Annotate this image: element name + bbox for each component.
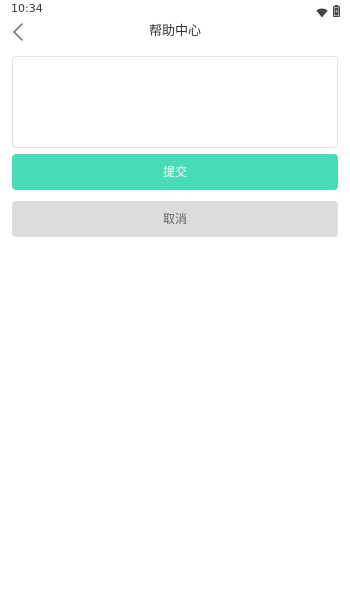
battery-icon [333, 2, 340, 17]
back-button[interactable] [4, 18, 32, 46]
chevron-left-icon [13, 23, 23, 41]
wifi-icon [316, 3, 328, 18]
help-center-screen: 10:34 帮助中心 提交 取消 [0, 0, 350, 600]
status-bar: 10:34 [0, 0, 350, 18]
feedback-input[interactable] [12, 56, 338, 148]
page-title: 帮助中心 [148, 24, 201, 39]
nav-bar: 帮助中心 [0, 18, 350, 46]
cancel-button[interactable]: 取消 [12, 201, 338, 237]
status-time: 10:34 [11, 2, 43, 15]
submit-button[interactable]: 提交 [12, 154, 338, 190]
